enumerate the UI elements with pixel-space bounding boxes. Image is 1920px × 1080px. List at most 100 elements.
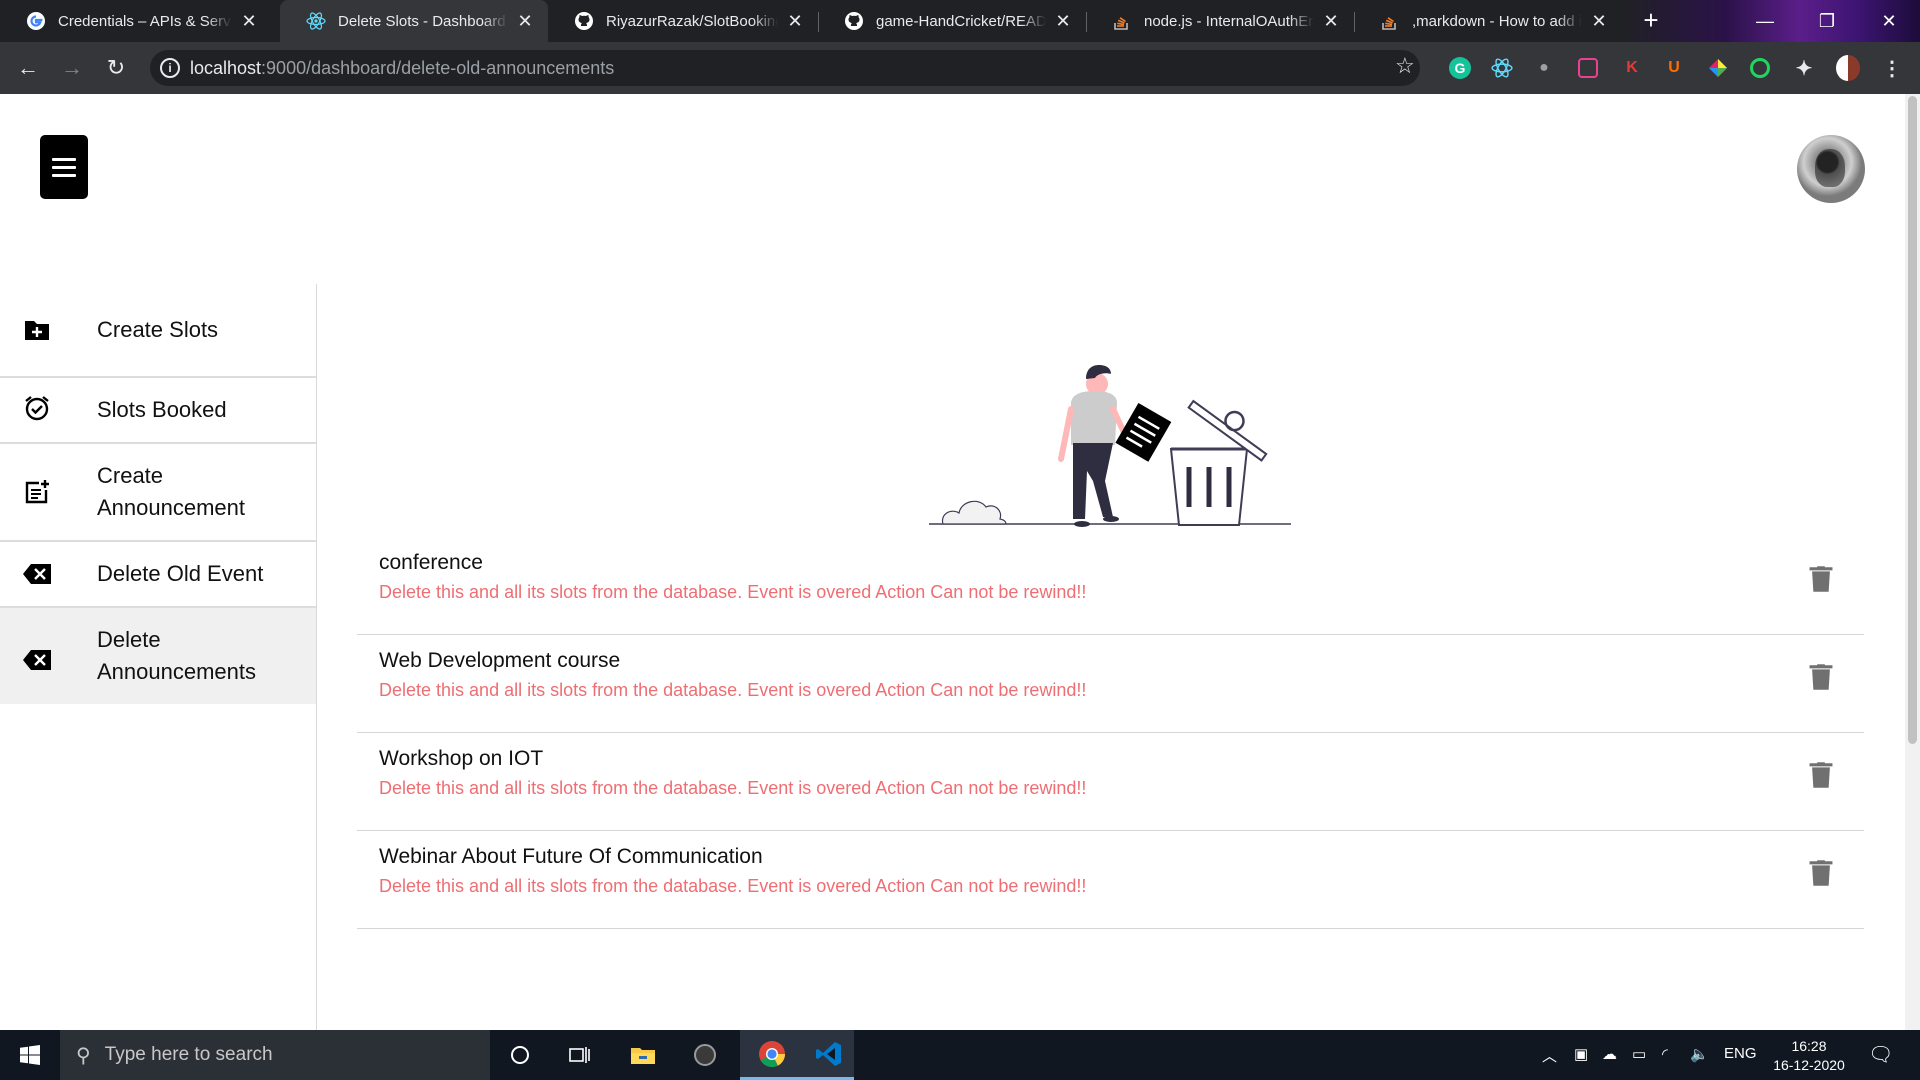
github-icon (844, 11, 864, 31)
react-devtools-icon[interactable] (1490, 56, 1514, 80)
delete-trash-icon[interactable] (1808, 859, 1834, 887)
sidebar-item-create-slots[interactable]: Create Slots (0, 284, 316, 378)
close-window-button[interactable]: ✕ (1858, 0, 1920, 42)
page-scrollbar[interactable] (1905, 94, 1920, 1030)
file-explorer-icon[interactable] (615, 1030, 671, 1080)
announcement-title: conference (379, 551, 483, 574)
sidebar-item-label: Slots Booked (97, 397, 227, 422)
create-folder-icon (22, 315, 52, 345)
delete-trash-icon[interactable] (1808, 761, 1834, 789)
throw-away-illustration (929, 365, 1291, 527)
chrome-taskbar-icon[interactable] (740, 1030, 804, 1080)
volume-icon[interactable]: 🔈 (1690, 1045, 1709, 1063)
sidebar: Create Slots Slots Booked Create Announc… (0, 284, 317, 1030)
vscode-taskbar-icon[interactable] (804, 1030, 854, 1080)
reload-button[interactable]: ↻ (102, 54, 130, 82)
extensions-puzzle-icon[interactable]: ✦ (1792, 56, 1816, 80)
app-icon[interactable] (677, 1030, 733, 1080)
close-icon[interactable]: ✕ (240, 11, 258, 32)
dashboard-page: Create Slots Slots Booked Create Announc… (0, 94, 1920, 1030)
u-extension-icon[interactable]: U (1662, 56, 1686, 80)
tab-title: node.js - InternalOAuthError (1144, 12, 1314, 30)
notification-icon[interactable]: 🗨 (1868, 1042, 1893, 1067)
post-add-icon (22, 477, 52, 507)
tab-stackoverflow-markdown[interactable]: ,markdown - How to add images ✕ (1354, 0, 1622, 42)
back-button[interactable]: ← (14, 54, 42, 82)
clock-time: 16:28 (1791, 1038, 1827, 1054)
windows-taskbar: ⚲ Type here to search ︿ ▣ ☁ ▭ ◜ 🔈 ENG 16… (0, 1030, 1920, 1080)
restore-button[interactable]: ❐ (1796, 0, 1858, 42)
sidebar-item-label: Delete Old Event (97, 561, 264, 586)
minimize-button[interactable]: — (1734, 0, 1796, 42)
announcement-row: Webinar About Future Of Communication De… (357, 831, 1864, 929)
google-icon (26, 11, 46, 31)
tab-title: RiyazurRazak/SlotBookingApp (606, 12, 778, 30)
battery-icon[interactable]: ▭ (1632, 1045, 1646, 1063)
announcement-title: Workshop on IOT (379, 747, 544, 770)
statistics-extension-icon[interactable] (1576, 56, 1600, 80)
close-icon[interactable]: ✕ (1322, 11, 1340, 32)
color-picker-icon[interactable] (1706, 56, 1730, 80)
announcement-row: Workshop on IOT Delete this and all its … (357, 733, 1864, 831)
chevron-up-icon[interactable]: ︿ (1542, 1045, 1557, 1066)
clock-date: 16-12-2020 (1773, 1057, 1845, 1073)
tab-title: game-HandCricket/README.md (876, 12, 1046, 30)
sidebar-item-slots-booked[interactable]: Slots Booked (0, 378, 316, 444)
stackoverflow-icon (1112, 11, 1132, 31)
hamburger-menu-button[interactable] (40, 135, 88, 199)
delete-warning-text: Delete this and all its slots from the d… (379, 680, 1087, 700)
tab-title: Delete Slots - Dashboard (338, 12, 506, 30)
sidebar-item-label: Create Announcement (97, 463, 245, 520)
tab-title: Credentials – APIs & Services (58, 12, 232, 30)
sidebar-item-delete-old-event[interactable]: Delete Old Event (0, 542, 316, 608)
meet-now-icon[interactable]: ▣ (1574, 1045, 1588, 1063)
search-icon: ⚲ (76, 1044, 91, 1067)
chrome-menu-icon[interactable]: ⋮ (1880, 56, 1904, 80)
grammarly-icon[interactable]: G (1448, 56, 1472, 80)
tab-github-handcricket[interactable]: game-HandCricket/README.md ✕ (818, 0, 1086, 42)
sidebar-item-create-announcement[interactable]: Create Announcement (0, 444, 316, 542)
announcement-title: Webinar About Future Of Communication (379, 845, 763, 868)
wifi-icon[interactable]: ◜ (1662, 1045, 1668, 1063)
profile-avatar-icon[interactable] (1836, 55, 1860, 81)
close-icon[interactable]: ✕ (1054, 11, 1072, 32)
browser-tab-strip: Credentials – APIs & Services ✕ Delete S… (0, 0, 1920, 42)
close-icon[interactable]: ✕ (1590, 11, 1608, 32)
announcement-row: conference Delete this and all its slots… (357, 537, 1864, 635)
close-icon[interactable]: ✕ (786, 11, 804, 32)
stackoverflow-icon (1380, 11, 1400, 31)
announcement-row: Web Development course Delete this and a… (357, 635, 1864, 733)
onedrive-cloud-icon[interactable]: ☁ (1602, 1045, 1617, 1063)
language-indicator[interactable]: ENG (1724, 1045, 1757, 1062)
k-extension-icon[interactable]: K (1620, 56, 1644, 80)
backspace-icon (22, 559, 52, 589)
target-extension-icon[interactable] (1748, 56, 1772, 80)
cortana-icon[interactable] (492, 1030, 548, 1080)
delete-warning-text: Delete this and all its slots from the d… (379, 876, 1087, 896)
url-text: localhost:9000/dashboard/delete-old-anno… (190, 58, 615, 78)
extension-icon[interactable]: ● (1532, 56, 1556, 80)
delete-trash-icon[interactable] (1808, 565, 1834, 593)
clock[interactable]: 16:28 16-12-2020 (1764, 1037, 1854, 1075)
new-tab-button[interactable]: + (1636, 6, 1666, 36)
sidebar-item-delete-announcements[interactable]: Delete Announcements (0, 608, 316, 704)
delete-trash-icon[interactable] (1808, 663, 1834, 691)
task-view-icon[interactable] (552, 1030, 608, 1080)
search-placeholder: Type here to search (104, 1044, 273, 1065)
tab-delete-slots[interactable]: Delete Slots - Dashboard ✕ (280, 0, 548, 42)
delete-warning-text: Delete this and all its slots from the d… (379, 582, 1087, 602)
alarm-check-icon (22, 393, 52, 423)
close-icon[interactable]: ✕ (516, 11, 534, 32)
user-avatar[interactable] (1797, 135, 1865, 203)
tab-stackoverflow-node[interactable]: node.js - InternalOAuthError ✕ (1086, 0, 1354, 42)
forward-button[interactable]: → (58, 54, 86, 82)
bookmark-star-icon[interactable]: ☆ (1395, 53, 1415, 79)
tab-title: ,markdown - How to add images (1412, 12, 1582, 30)
taskbar-search-input[interactable]: ⚲ Type here to search (60, 1030, 490, 1080)
announcement-title: Web Development course (379, 649, 621, 672)
windows-start-icon[interactable] (2, 1030, 58, 1080)
info-icon[interactable]: i (160, 58, 180, 78)
tab-credentials[interactable]: Credentials – APIs & Services ✕ (0, 0, 272, 42)
tab-github-slotbooking[interactable]: RiyazurRazak/SlotBookingApp ✕ (548, 0, 818, 42)
scrollbar-thumb[interactable] (1908, 96, 1917, 744)
